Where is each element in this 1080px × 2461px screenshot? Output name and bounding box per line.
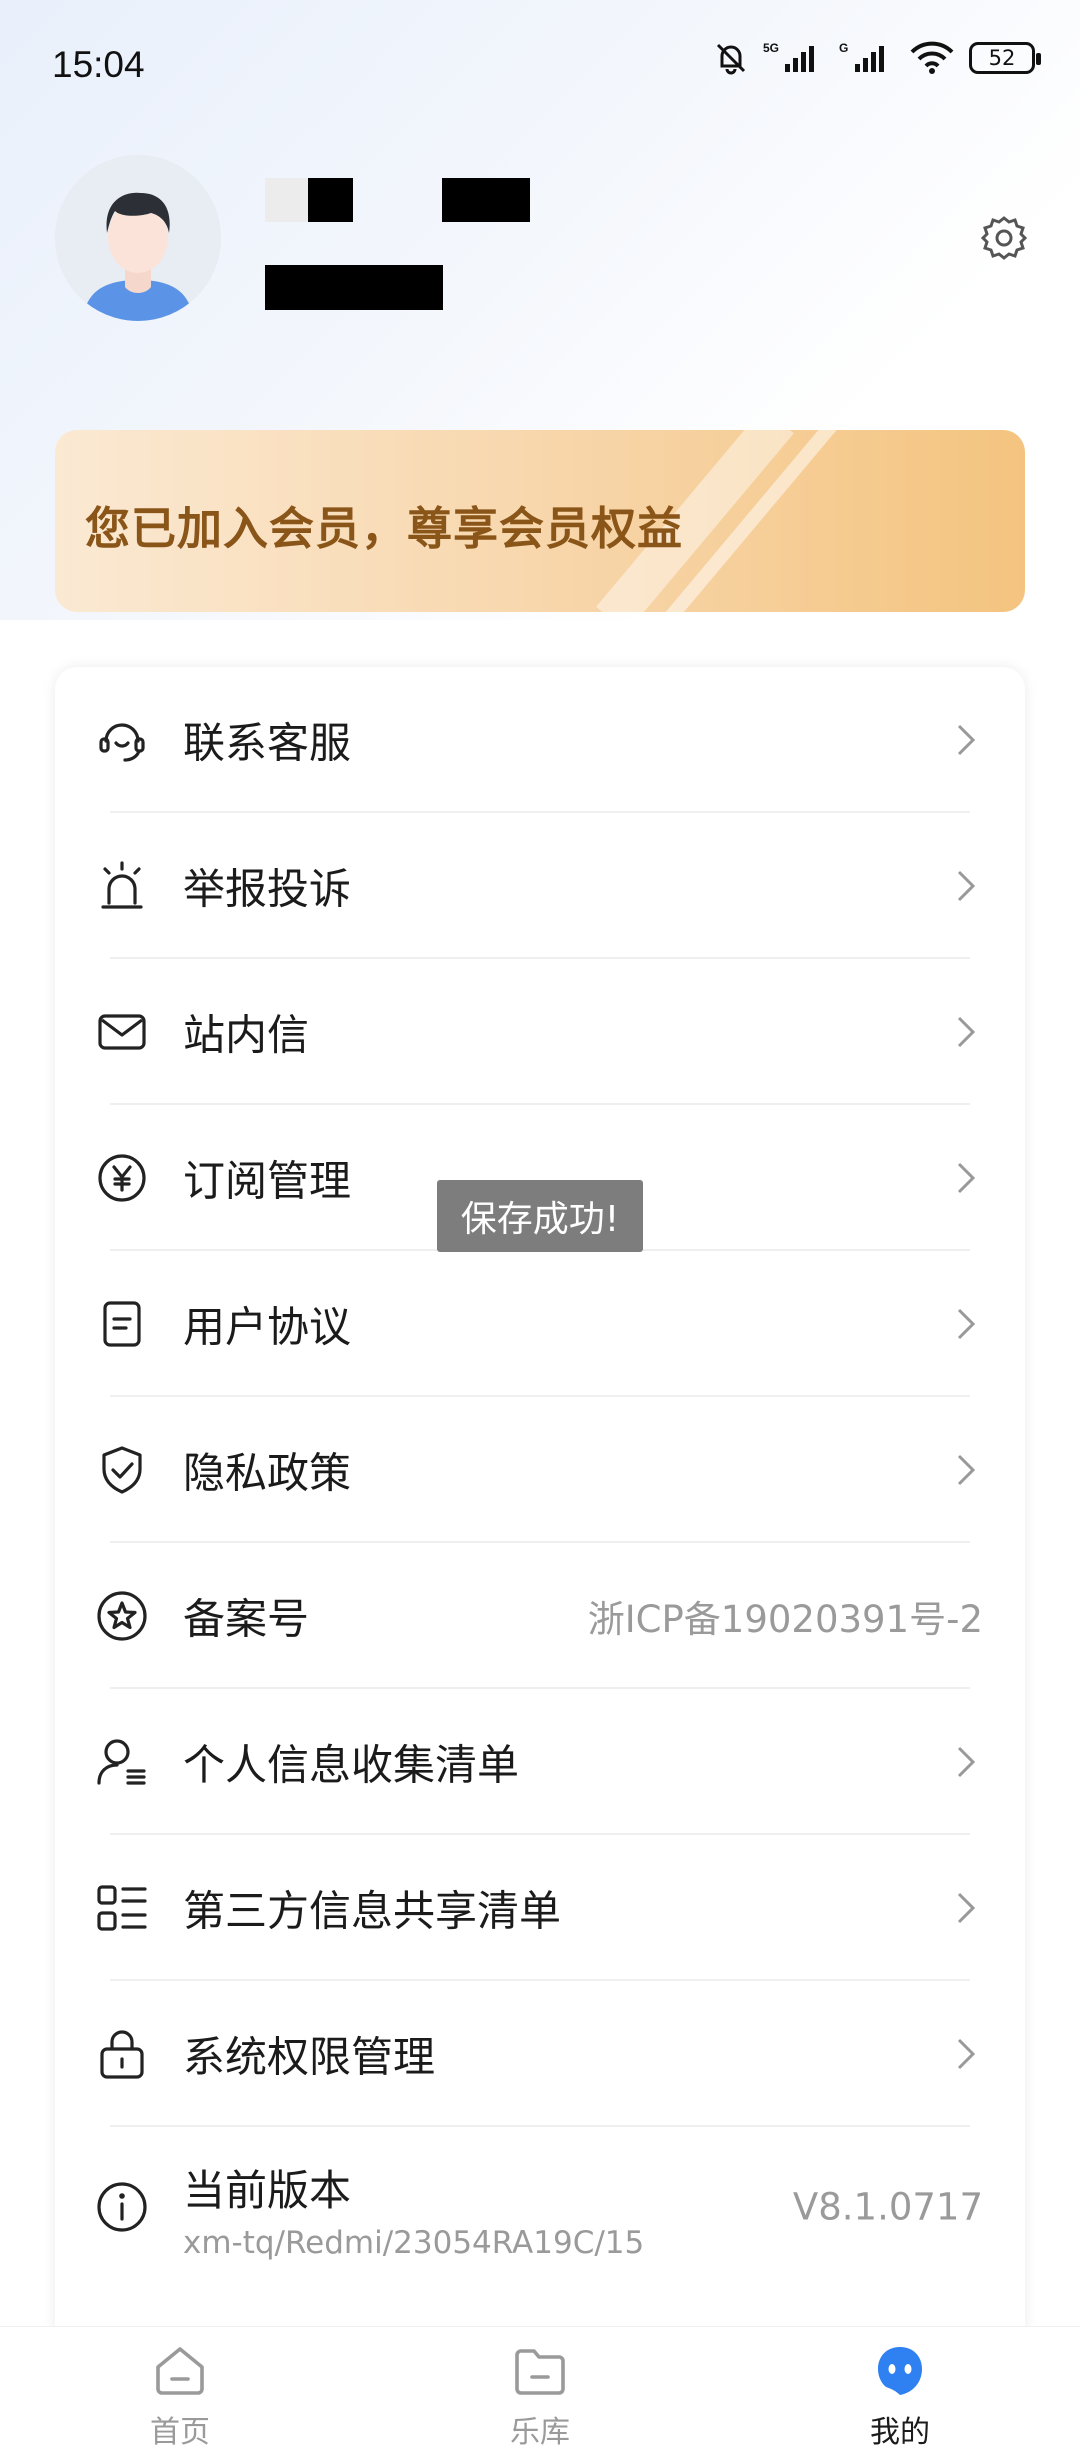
user-list-icon [97,1739,146,1785]
chevron-right-icon [957,724,976,756]
folder-icon [515,2349,565,2395]
tab-library[interactable]: 乐库 [450,2343,630,2453]
tab-label: 首页 [150,2415,210,2450]
menu-item-label: 用户协议 [183,1302,352,1352]
menu-item-user-agreement[interactable]: 用户协议 [55,1251,1025,1397]
mail-icon [98,1014,146,1050]
menu-item-label: 举报投诉 [183,864,352,914]
chevron-right-icon [957,1746,976,1778]
info-icon [97,2182,147,2232]
signal-5g-icon: 5G [763,41,814,72]
chevron-right-icon [957,2038,976,2070]
vip-banner[interactable]: 您已加入会员，尊享会员权益 [55,430,1025,612]
signal-g-icon: G [839,41,884,72]
mine-icon [878,2347,922,2395]
menu-item-privacy-policy[interactable]: 隐私政策 [55,1397,1025,1543]
document-icon [103,1301,141,1347]
avatar[interactable] [55,155,221,321]
lock-icon [100,2030,144,2079]
wifi-icon [910,41,954,74]
username-redacted [308,178,353,222]
menu-item-icp-record[interactable]: 备案号 浙ICP备19020391号-2 [55,1543,1025,1689]
menu-item-label: 个人信息收集清单 [183,1740,520,1790]
list-icon [97,1885,147,1931]
headset-icon [99,723,145,762]
tab-mine[interactable]: 我的 [810,2343,990,2453]
menu-item-label: 联系客服 [183,718,352,768]
star-icon [97,1591,147,1641]
battery-indicator: 52 [969,42,1041,74]
chevron-right-icon [957,1162,976,1194]
chevron-right-icon [957,870,976,902]
menu-item-label: 系统权限管理 [183,2032,436,2082]
svg-text:G: G [839,41,848,55]
menu-item-label: 隐私政策 [183,1448,352,1498]
svg-text:5G: 5G [763,41,779,55]
username-redacted [265,178,308,222]
shield-icon [102,1446,142,1494]
status-bar: 15:04 5G G 52 [0,0,1080,135]
menu-item-customer-service[interactable]: 联系客服 [55,667,1025,813]
tab-home[interactable]: 首页 [90,2343,270,2453]
menu-item-version[interactable]: 当前版本 xm-tq/Redmi/23054RA19C/15 V8.1.0717 [55,2127,1025,2287]
status-time: 15:04 [52,44,145,85]
userid-redacted [265,265,443,310]
avatar-icon [55,155,221,321]
tab-label: 乐库 [510,2415,570,2450]
menu-item-label: 第三方信息共享清单 [183,1886,562,1936]
version-number: V8.1.0717 [792,2185,983,2229]
username-redacted [442,178,530,222]
menu-card: 联系客服 举报投诉 站内信 订阅管理 用户协议 隐私政策 备案号 浙ICP备19… [55,667,1025,2367]
menu-item-label: 订阅管理 [183,1156,352,1206]
icp-number: 浙ICP备19020391号-2 [587,1598,983,1641]
chevron-right-icon [957,1454,976,1486]
menu-item-personal-info-list[interactable]: 个人信息收集清单 [55,1689,1025,1835]
chevron-right-icon [957,1892,976,1924]
menu-item-label: 备案号 [183,1594,310,1644]
vip-banner-text: 您已加入会员，尊享会员权益 [85,502,684,555]
chevron-right-icon [957,1308,976,1340]
tab-label: 我的 [870,2415,930,2450]
alarm-icon [101,861,143,909]
status-icons: 5G G 52 [713,40,1041,76]
menu-item-permissions[interactable]: 系统权限管理 [55,1981,1025,2127]
menu-item-inbox[interactable]: 站内信 [55,959,1025,1105]
device-info: xm-tq/Redmi/23054RA19C/15 [183,2225,645,2261]
menu-item-label: 站内信 [183,1010,310,1060]
battery-level: 52 [988,46,1016,70]
menu-item-report[interactable]: 举报投诉 [55,813,1025,959]
home-icon [156,2347,204,2395]
bottom-tab-bar: 首页 乐库 我的 [0,2326,1080,2461]
chevron-right-icon [957,1016,976,1048]
menu-item-label: 当前版本 [183,2166,352,2215]
menu-item-third-party-list[interactable]: 第三方信息共享清单 [55,1835,1025,1981]
bell-muted-icon [716,43,746,75]
yen-icon [98,1154,146,1202]
gear-icon[interactable] [980,214,1028,262]
toast-message: 保存成功! [437,1180,643,1252]
